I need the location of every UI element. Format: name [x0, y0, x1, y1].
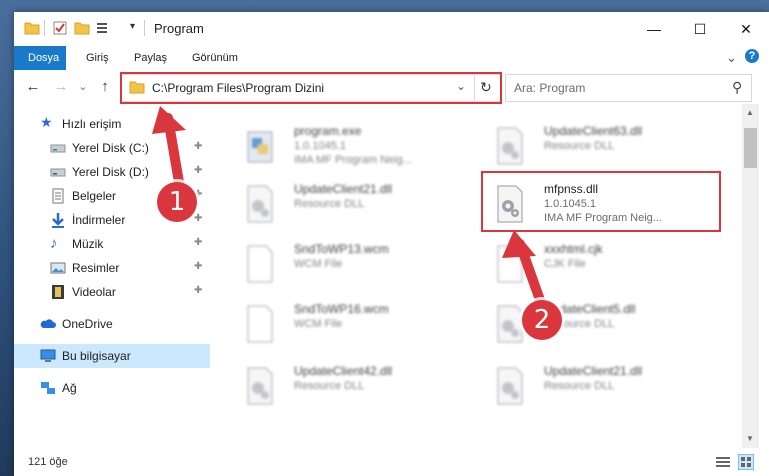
- annotation-arrows: [152, 106, 545, 305]
- step-2-badge: 2: [522, 300, 562, 340]
- step-1-badge: 1: [157, 182, 197, 222]
- arrow-1-head: [152, 106, 186, 134]
- arrow-2-head: [502, 230, 536, 258]
